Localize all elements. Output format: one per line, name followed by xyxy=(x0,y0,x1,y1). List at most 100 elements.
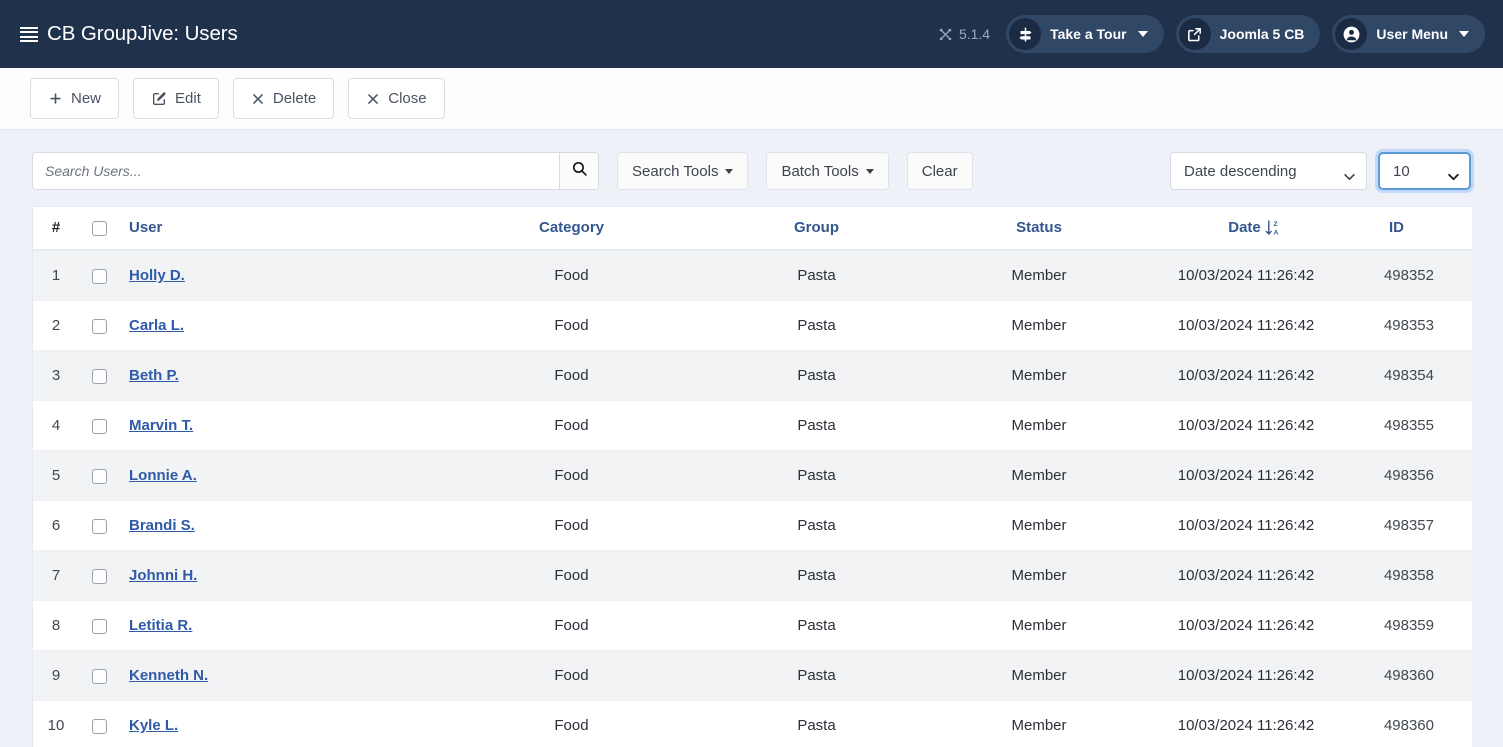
clear-button[interactable]: Clear xyxy=(906,152,973,190)
row-status: Member xyxy=(939,400,1139,451)
delete-button[interactable]: Delete xyxy=(232,78,335,119)
row-checkbox[interactable] xyxy=(91,368,107,384)
row-user-cell: Brandi S. xyxy=(119,500,449,551)
row-category: Food xyxy=(449,300,694,351)
row-group: Pasta xyxy=(694,700,939,747)
search-input[interactable] xyxy=(32,152,559,190)
table-head: # User Category Group Status Date Z A ID xyxy=(33,207,1472,251)
row-user-cell: Holly D. xyxy=(119,250,449,301)
row-checkbox[interactable] xyxy=(91,668,107,684)
row-date: 10/03/2024 11:26:42 xyxy=(1139,250,1369,301)
user-link[interactable]: Letitia R. xyxy=(129,617,192,634)
take-a-tour-button[interactable]: Take a Tour xyxy=(1006,15,1164,53)
sort-by-id-link[interactable]: ID xyxy=(1389,219,1464,236)
content-area: Search Tools Batch Tools Clear Date desc… xyxy=(0,130,1503,747)
table-row: 9 Kenneth N. Food Pasta Member 10/03/2024 11:… xyxy=(33,650,1472,701)
user-menu-label: User Menu xyxy=(1376,26,1448,42)
batch-tools-button[interactable]: Batch Tools xyxy=(766,152,889,190)
column-header-user[interactable]: User xyxy=(119,207,449,251)
joomla-5-cb-button[interactable]: Joomla 5 CB xyxy=(1175,15,1321,53)
row-group: Pasta xyxy=(694,500,939,551)
row-number: 6 xyxy=(33,500,79,551)
row-category: Food xyxy=(449,350,694,401)
row-user-cell: Beth P. xyxy=(119,350,449,401)
row-user-cell: Lonnie A. xyxy=(119,450,449,501)
sort-z-a-icon: Z A xyxy=(1265,219,1280,236)
row-group: Pasta xyxy=(694,550,939,601)
user-menu-button[interactable]: User Menu xyxy=(1332,15,1485,53)
page-title: CB GroupJive: Users xyxy=(47,22,238,45)
row-select-cell xyxy=(79,250,119,301)
action-toolbar: New Edit Delete Close xyxy=(0,68,1503,130)
row-select-cell xyxy=(79,500,119,551)
column-header-category-label: Category xyxy=(538,219,605,236)
table-row: 7 Johnni H. Food Pasta Member 10/03/2024 11:2… xyxy=(33,550,1472,601)
row-status: Member xyxy=(939,700,1139,747)
column-header-id[interactable]: ID xyxy=(1369,207,1472,251)
row-checkbox[interactable] xyxy=(91,418,107,434)
column-header-date[interactable]: Date Z A xyxy=(1139,207,1369,251)
row-checkbox[interactable] xyxy=(91,268,107,284)
new-button[interactable]: New xyxy=(30,78,120,119)
row-status: Member xyxy=(939,550,1139,601)
users-table-card: # User Category Group Status Date Z A ID… xyxy=(32,206,1472,747)
user-link[interactable]: Kenneth N. xyxy=(129,667,208,684)
column-header-group-label: Group xyxy=(794,219,839,236)
select-all-checkbox[interactable] xyxy=(91,220,107,236)
signpost-icon xyxy=(1009,18,1042,50)
row-date: 10/03/2024 11:26:42 xyxy=(1139,550,1369,601)
close-button-label: Close xyxy=(388,90,427,107)
row-select-cell xyxy=(79,600,119,651)
sort-by-status-link[interactable]: Status xyxy=(1016,219,1062,236)
limit-select[interactable]: 10 xyxy=(1378,152,1471,190)
close-button[interactable]: Close xyxy=(348,78,445,119)
table-row: 10 Kyle L. Food Pasta Member 10/03/2024 11:26… xyxy=(33,700,1472,747)
row-group: Pasta xyxy=(694,450,939,501)
row-status: Member xyxy=(939,450,1139,501)
row-status: Member xyxy=(939,300,1139,351)
edit-button[interactable]: Edit xyxy=(133,78,219,119)
column-header-status[interactable]: Status xyxy=(939,207,1139,251)
user-link[interactable]: Marvin T. xyxy=(129,417,193,434)
table-row: 2 Carla L. Food Pasta Member 10/03/2024 11:26… xyxy=(33,300,1472,351)
row-checkbox[interactable] xyxy=(91,518,107,534)
caret-down-icon xyxy=(725,168,734,174)
sort-by-date-link[interactable]: Date Z A xyxy=(1228,219,1280,236)
row-category: Food xyxy=(449,550,694,601)
sort-by-user-link[interactable]: User xyxy=(129,219,162,236)
search-submit-button[interactable] xyxy=(559,152,599,190)
new-button-label: New xyxy=(71,90,102,107)
row-group: Pasta xyxy=(694,300,939,351)
row-checkbox[interactable] xyxy=(91,618,107,634)
user-link[interactable]: Lonnie A. xyxy=(129,467,197,484)
version-label: 5.1.4 xyxy=(958,26,991,42)
row-select-cell xyxy=(79,700,119,747)
row-select-cell xyxy=(79,300,119,351)
column-header-category[interactable]: Category xyxy=(449,207,694,251)
table-body: 1 Holly D. Food Pasta Member 10/03/2024 11:26… xyxy=(33,250,1472,747)
user-link[interactable]: Holly D. xyxy=(129,267,185,284)
chevron-down-icon xyxy=(1459,31,1469,37)
row-checkbox[interactable] xyxy=(91,568,107,584)
user-link[interactable]: Brandi S. xyxy=(129,517,195,534)
sort-select[interactable]: Date descending xyxy=(1170,152,1367,190)
sort-by-group-link[interactable]: Group xyxy=(794,219,839,236)
user-circle-icon xyxy=(1335,18,1368,50)
hamburger-icon[interactable] xyxy=(20,27,38,42)
table-row: 8 Letitia R. Food Pasta Member 10/03/2024 11:… xyxy=(33,600,1472,651)
batch-tools-label: Batch Tools xyxy=(781,162,859,180)
search-tools-button[interactable]: Search Tools xyxy=(617,152,749,190)
user-link[interactable]: Johnni H. xyxy=(129,567,197,584)
row-date: 10/03/2024 11:26:42 xyxy=(1139,650,1369,701)
row-checkbox[interactable] xyxy=(91,718,107,734)
row-status: Member xyxy=(939,500,1139,551)
user-link[interactable]: Beth P. xyxy=(129,367,179,384)
row-checkbox[interactable] xyxy=(91,318,107,334)
user-link[interactable]: Kyle L. xyxy=(129,717,178,734)
row-select-cell xyxy=(79,450,119,501)
user-link[interactable]: Carla L. xyxy=(129,317,184,334)
column-header-group[interactable]: Group xyxy=(694,207,939,251)
row-checkbox[interactable] xyxy=(91,468,107,484)
sort-by-category-link[interactable]: Category xyxy=(539,219,604,236)
row-status: Member xyxy=(939,650,1139,701)
